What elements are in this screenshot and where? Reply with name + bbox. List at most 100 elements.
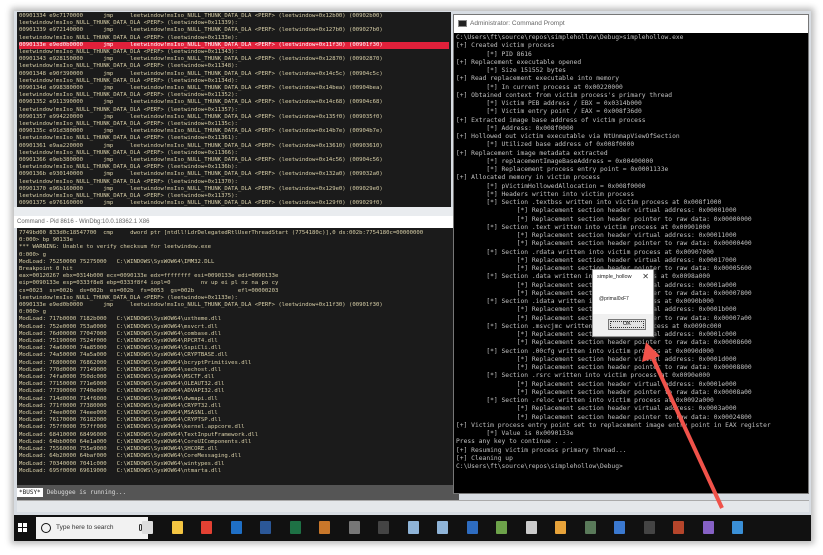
disasm-line: 00901366 e9eb380000 jmp leetwindow!msIso… — [19, 157, 383, 164]
app-icon[interactable] — [525, 521, 537, 534]
disasm-line: 00901357 e994220000 jmp leetwindow!msIso… — [19, 113, 383, 120]
dialog-message: @primal0xF7 — [599, 296, 629, 302]
chrome-icon[interactable] — [201, 521, 212, 534]
terminal-icon[interactable] — [378, 521, 389, 534]
windbg-command-input[interactable] — [17, 500, 809, 512]
console-line: [*] Section .reloc written into victim p… — [456, 397, 714, 404]
disasm-line: 00901370 e96b160000 jmp leetwindow!msIso… — [19, 185, 383, 192]
console-line: [*] Replacement section header virtual a… — [456, 380, 737, 388]
desktop-screen: 00901334 e9c7170000 jmp leetwindow!msIso… — [14, 11, 811, 541]
command-output-line: ModLoad: 76d00000 77047000 C:\WINDOWS\Sy… — [19, 330, 222, 337]
windows-start-icon[interactable] — [18, 523, 28, 533]
ok-button[interactable]: OK — [608, 319, 646, 330]
console-line: [*] Replacement section header pointer t… — [456, 240, 752, 248]
disasm-line: leetwindow!msIso_NULL_THUNK_DATA_DLA <PE… — [19, 135, 238, 142]
busy-text: Debuggee is running... — [46, 489, 127, 496]
file-explorer-icon[interactable] — [171, 521, 183, 534]
cmd-icon — [458, 20, 467, 27]
console-line: [*] Section .rsrc written into victim pr… — [456, 372, 711, 380]
command-output-line: ModLoad: 770d0000 77149000 C:\WINDOWS\Sy… — [19, 366, 222, 373]
command-prompt-window[interactable]: Administrator: Command Prompt C:\Users\f… — [453, 14, 809, 494]
outlook-icon[interactable] — [230, 521, 242, 534]
console-line: [*] Replacement section header pointer t… — [456, 339, 752, 347]
disasm-line: leetwindow!msIso_NULL_THUNK_DATA_DLA <PE… — [19, 106, 238, 113]
disasm-line: 00901352 e911390000 jmp leetwindow!msIso… — [19, 99, 383, 106]
console-line: [*] Utilized base address of 0x008f0000 — [456, 141, 635, 149]
command-output-line: ModLoad: 74a50000 74a5a000 C:\WINDOWS\Sy… — [19, 352, 228, 359]
console-line: [*] PID 8616 — [456, 50, 532, 58]
close-icon[interactable]: ✕ — [642, 272, 649, 281]
windbg-disassembly-pane[interactable]: 00901334 e9c7170000 jmp leetwindow!msIso… — [17, 12, 451, 207]
disasm-line: 00901348 e90f390000 jmp leetwindow!msIso… — [19, 70, 383, 77]
word-icon[interactable] — [260, 521, 271, 534]
sublime-text-icon[interactable] — [319, 521, 330, 534]
wireshark-icon[interactable] — [614, 521, 625, 534]
command-output-line: ModLoad: 74a60000 74a85000 C:\WINDOWS\Sy… — [19, 345, 222, 352]
disasm-line: 0090133e e9ed0b0000 jmp leetwindow!msIso… — [19, 41, 449, 50]
git-icon[interactable] — [555, 521, 566, 534]
console-line: [*] Section .textbss written into victim… — [456, 199, 722, 206]
windbg-command-output[interactable]: 7749bd00 833d0c18547700 cmp dword ptr [n… — [17, 228, 459, 485]
app-icon[interactable] — [584, 521, 596, 534]
console-line: C:\Users\ft\source\repos\simplehollow\De… — [456, 34, 684, 41]
command-prompt-titlebar[interactable]: Administrator: Command Prompt — [454, 15, 808, 33]
console-line: [*] Replacement section header virtual a… — [456, 405, 737, 413]
console-line: [*] Value is 0x0090133e — [456, 430, 574, 437]
console-line: [+] Extracted image base address of vict… — [456, 116, 646, 124]
console-line: [*] Headers written into victim process — [456, 190, 635, 198]
command-output-line: Breakpoint 0 hit — [19, 266, 73, 273]
command-output-line: ModLoad: 75560000 755e9000 C:\WINDOWS\Sy… — [19, 446, 218, 453]
disasm-line: leetwindow!msIso_NULL_THUNK_DATA_DLA <PE… — [19, 178, 238, 185]
excel-icon[interactable] — [289, 521, 301, 534]
command-output-line: ModLoad: 771f0000 77380000 C:\WINDOWS\Sy… — [19, 402, 222, 409]
app-icon[interactable] — [348, 521, 360, 534]
disasm-line: 0090134d e998380000 jmp leetwindow!msIso… — [19, 85, 383, 92]
command-output-line: ModLoad: 752e0000 753a0000 C:\WINDOWS\Sy… — [19, 323, 218, 330]
internet-explorer-icon[interactable] — [732, 521, 743, 534]
powershell-icon[interactable] — [466, 521, 478, 534]
visual-studio-icon[interactable] — [702, 521, 714, 534]
disasm-line: leetwindow!msIso_NULL_THUNK_DATA_DLA <PE… — [19, 49, 238, 56]
command-prompt-output[interactable]: C:\Users\ft\source\repos\simplehollow\De… — [454, 33, 808, 493]
person-icon[interactable] — [673, 521, 684, 534]
console-line: [*] Section .text written into victim pr… — [456, 223, 711, 231]
taskbar-search-box[interactable]: Type here to search — [36, 517, 148, 539]
console-line: [+] Allocated memory in victim process — [456, 174, 601, 182]
command-output-line: ModLoad: 70340000 7041c000 C:\WINDOWS\Sy… — [19, 460, 225, 467]
disasm-line: leetwindow!msIso_NULL_THUNK_DATA_DLA <PE… — [19, 121, 238, 128]
disasm-line: leetwindow!msIso_NULL_THUNK_DATA_DLA <PE… — [19, 149, 238, 156]
command-output-line: ModLoad: 757f0000 757ff000 C:\WINDOWS\Sy… — [19, 424, 245, 431]
command-output-line: ModLoad: 76800000 76862000 C:\WINDOWS\Sy… — [19, 359, 252, 366]
disasm-line: 0090136b e930140000 jmp leetwindow!msIso… — [19, 171, 383, 178]
command-output-line: 0:000> g — [19, 309, 46, 316]
dialog-footer: OK — [593, 314, 653, 336]
command-output-line: ModLoad: 64b20000 64baf000 C:\WINDOWS\Sy… — [19, 453, 242, 460]
terminal-icon[interactable] — [643, 521, 655, 534]
remote-desktop-icon[interactable] — [437, 521, 448, 534]
command-output-line: ModLoad: 714d0000 714f6000 C:\WINDOWS\Sy… — [19, 395, 218, 402]
disasm-line: leetwindow!msIso_NULL_THUNK_DATA_DLA <PE… — [19, 20, 238, 27]
disasm-line: leetwindow!msIso_NULL_THUNK_DATA_DLA <PE… — [19, 92, 238, 99]
message-box: simple_hollow ✕ @primal0xF7 OK — [592, 269, 654, 337]
console-line: [*] Replacement section header virtual a… — [456, 256, 737, 264]
taskbar: Type here to search — [14, 515, 811, 541]
command-output-line: ModLoad: 75190000 7524f000 C:\WINDOWS\Sy… — [19, 338, 218, 345]
console-line: [+] Created victim process — [456, 42, 555, 50]
command-output-line: ModLoad: 77150000 771e6000 C:\WINDOWS\Sy… — [19, 381, 225, 388]
task-view-icon[interactable] — [142, 521, 153, 534]
command-output-line: ModLoad: 77390000 7740e000 C:\WINDOWS\Sy… — [19, 388, 225, 395]
windbg-separator — [14, 207, 459, 216]
console-line: C:\Users\ft\source\repos\simplehollow\De… — [456, 463, 623, 470]
search-placeholder: Type here to search — [56, 524, 114, 531]
console-line: [*] Replacement section header virtual a… — [456, 207, 737, 215]
console-line: [*] Replacement section header virtual a… — [456, 232, 737, 239]
remote-desktop-icon[interactable] — [407, 521, 419, 534]
vim-icon[interactable] — [496, 521, 507, 534]
command-output-line: 7749bd00 833d0c18547700 cmp dword ptr [n… — [19, 230, 424, 236]
console-line: [*] In current process at 0x00220000 — [456, 83, 623, 91]
command-output-line: eax=00120267 ebx=0314b000 ecx=0090133e e… — [19, 273, 279, 280]
console-line: [+] Resuming victim process primary thre… — [456, 446, 627, 454]
command-output-line: ModLoad: 74ee0000 74eee000 C:\WINDOWS\Sy… — [19, 410, 218, 417]
command-output-line: ModLoad: 76170000 76182000 C:\WINDOWS\Sy… — [19, 417, 222, 424]
console-line: [*] Address: 0x008f0000 — [456, 124, 574, 132]
